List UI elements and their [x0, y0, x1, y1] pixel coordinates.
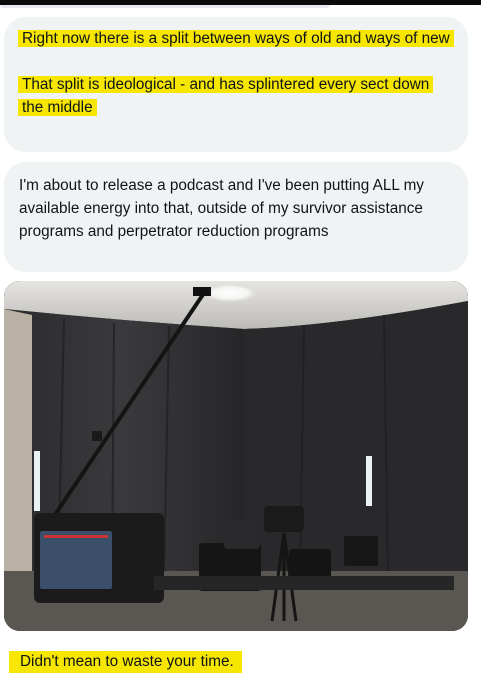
message-1-paragraph-2: That split is ideological - and has spli… [18, 73, 453, 119]
previous-message-edge [0, 5, 330, 8]
message-1-paragraph-1: Right now there is a split between ways … [18, 27, 454, 50]
chair [224, 521, 260, 549]
desk [154, 576, 454, 590]
camera-screen-bar [44, 535, 108, 538]
camera-screen [40, 531, 112, 589]
highlighted-text: That split is ideological - and has spli… [18, 76, 434, 116]
studio-illustration [4, 281, 468, 631]
laptop-2 [344, 536, 378, 566]
light-bar-right [366, 456, 372, 506]
message-bubble-1[interactable]: Right now there is a split between ways … [4, 17, 468, 152]
left-wall [4, 309, 32, 611]
message-2-text: I'm about to release a podcast and I've … [19, 177, 424, 240]
podcast-studio-photo[interactable] [4, 281, 468, 631]
boom-joint [92, 431, 102, 441]
last-message-highlighted: Didn't mean to waste your time. [9, 651, 242, 673]
light-bar-left [34, 451, 40, 511]
boom-mic [193, 287, 211, 296]
message-bubble-2[interactable]: I'm about to release a podcast and I've … [4, 162, 468, 272]
highlighted-text: Right now there is a split between ways … [18, 30, 454, 47]
second-camera [264, 506, 304, 532]
